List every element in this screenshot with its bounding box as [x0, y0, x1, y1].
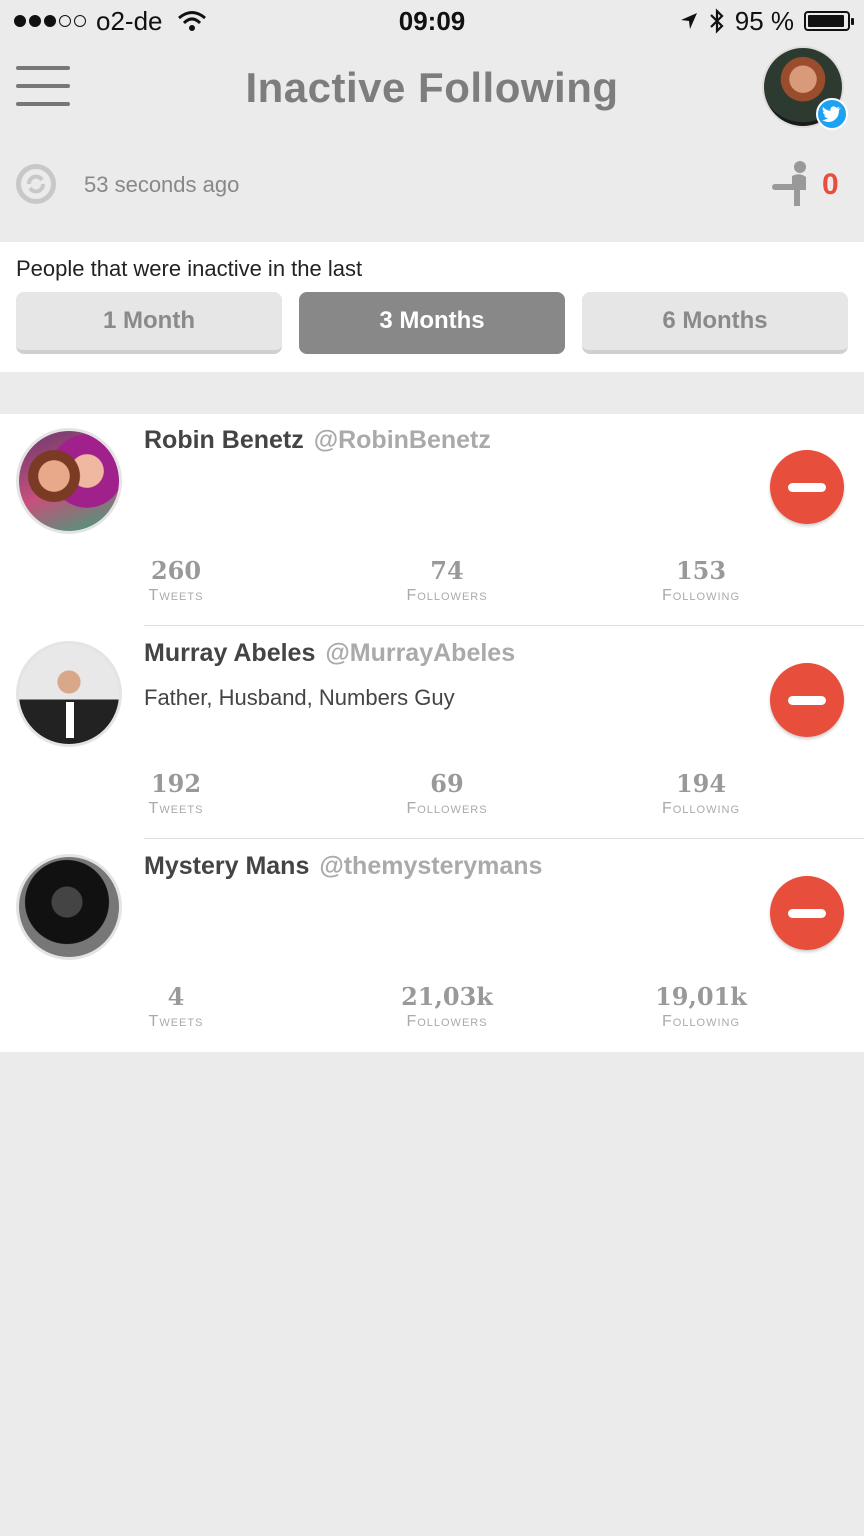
user-avatar[interactable] [16, 428, 122, 534]
list-item[interactable]: Robin Benetz @RobinBenetz 260 Tweets 74 F… [0, 414, 864, 626]
status-right: 95 % [679, 5, 854, 37]
status-left: o2-de [14, 6, 207, 37]
minus-icon [788, 695, 826, 705]
followers-stat: 21,03k Followers [372, 982, 522, 1031]
user-name-line: Mystery Mans @themysterymans [144, 852, 542, 881]
list-item[interactable]: Mystery Mans @themysterymans 4 Tweets 21,… [0, 840, 864, 1052]
followers-label: Followers [406, 587, 488, 604]
user-name-line: Robin Benetz @RobinBenetz [144, 426, 491, 455]
following-count: 19,01k [655, 982, 747, 1011]
following-stat: 19,01k Following [626, 982, 776, 1031]
tweets-stat: 192 Tweets [101, 769, 251, 818]
refresh-icon[interactable] [16, 164, 56, 204]
following-label: Following [661, 1013, 741, 1030]
user-handle: @themysterymans [319, 852, 543, 880]
filter-1-month-button[interactable]: 1 Month [16, 292, 282, 354]
following-count: 194 [675, 769, 727, 798]
app-header: Inactive Following [0, 42, 864, 138]
following-label: Following [661, 587, 741, 604]
battery-level [808, 15, 845, 27]
followers-count: 21,03k [401, 982, 493, 1011]
filter-label: People that were inactive in the last [16, 256, 363, 281]
followers-label: Followers [406, 1013, 488, 1030]
status-bar: o2-de 09:09 95 % [0, 0, 864, 42]
tweets-count: 4 [167, 982, 185, 1011]
followers-stat: 74 Followers [372, 556, 522, 605]
tweets-stat: 4 Tweets [101, 982, 251, 1031]
inactive-user-list: Robin Benetz @RobinBenetz 260 Tweets 74 F… [0, 414, 864, 1052]
user-avatar[interactable] [16, 641, 122, 747]
wifi-icon [177, 11, 206, 31]
row-divider [144, 625, 864, 626]
unfollow-person-icon[interactable] [770, 160, 814, 208]
row-divider [144, 838, 864, 839]
inactivity-filter: People that were inactive in the last 1 … [0, 242, 864, 372]
bluetooth-icon [709, 8, 724, 34]
tweets-label: Tweets [148, 587, 204, 604]
location-arrow-icon [680, 13, 697, 29]
minus-icon [788, 482, 826, 492]
user-handle: @MurrayAbeles [325, 639, 516, 667]
user-name: Murray Abeles [144, 639, 316, 667]
tweets-count: 192 [150, 769, 202, 798]
user-name: Mystery Mans [144, 852, 310, 880]
unfollow-button[interactable] [770, 450, 844, 524]
following-stat: 194 Following [626, 769, 776, 818]
user-bio: Father, Husband, Numbers Guy [144, 685, 455, 710]
sync-row: 53 seconds ago 0 [0, 150, 864, 220]
battery-icon [804, 11, 854, 31]
signal-strength-icon [14, 15, 86, 27]
carrier-name: o2-de [96, 5, 163, 36]
followers-count: 69 [430, 769, 464, 798]
list-item[interactable]: Murray Abeles @MurrayAbeles Father, Husba… [0, 627, 864, 839]
following-count: 153 [675, 556, 727, 585]
following-label: Following [661, 800, 741, 817]
page-title: Inactive Following [245, 64, 619, 111]
followers-stat: 69 Followers [372, 769, 522, 818]
followers-count: 74 [430, 556, 464, 585]
battery-percent: 95 % [734, 5, 794, 36]
unfollow-button[interactable] [770, 663, 844, 737]
user-avatar[interactable] [16, 854, 122, 960]
following-stat: 153 Following [626, 556, 776, 605]
followers-label: Followers [406, 800, 488, 817]
user-name-line: Murray Abeles @MurrayAbeles [144, 639, 515, 668]
unfollowed-count: 0 [822, 168, 839, 201]
filter-3-months-button[interactable]: 3 Months [299, 292, 565, 354]
tweets-count: 260 [150, 556, 202, 585]
minus-icon [788, 908, 826, 918]
tweets-label: Tweets [148, 800, 204, 817]
user-name: Robin Benetz [144, 426, 304, 454]
unfollow-button[interactable] [770, 876, 844, 950]
filter-6-months-button[interactable]: 6 Months [582, 292, 848, 354]
tweets-label: Tweets [148, 1013, 204, 1030]
last-updated-text: 53 seconds ago [84, 172, 240, 197]
user-handle: @RobinBenetz [313, 426, 491, 454]
tweets-stat: 260 Tweets [101, 556, 251, 605]
twitter-bird-icon [816, 98, 848, 130]
